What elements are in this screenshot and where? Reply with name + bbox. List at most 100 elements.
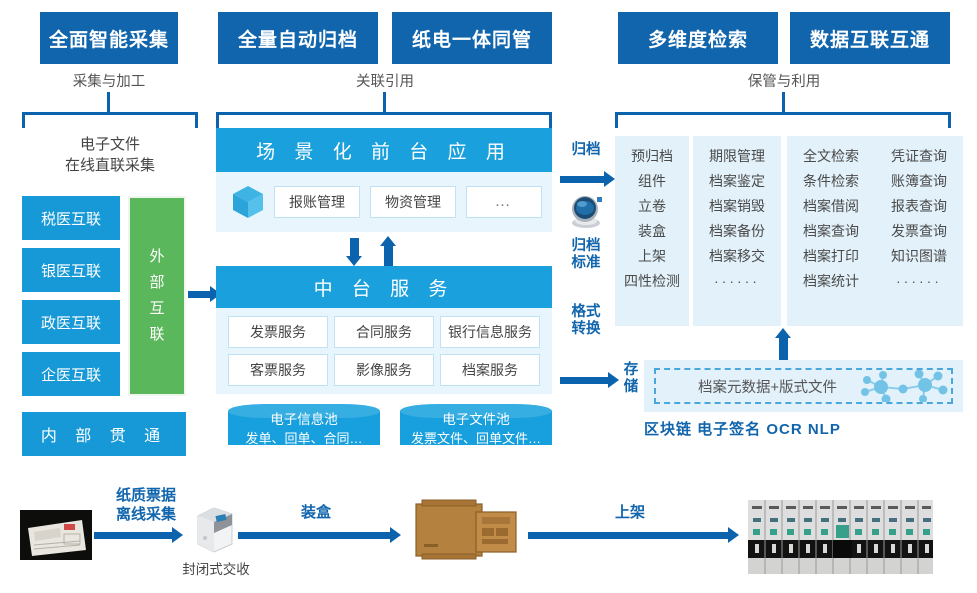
bottom-step-0-label: 纸质票据 离线采集 <box>96 486 196 524</box>
right-list-2-item-3[interactable]: 档案查询 <box>803 219 859 244</box>
front-app-chip-1-label: 物资管理 <box>385 194 441 210</box>
scanner-caption: 封闭式交收 <box>182 562 250 577</box>
bottom-arrow-0-head <box>172 527 183 543</box>
tech-tags: 区块链 电子签名 OCR NLP <box>644 421 841 438</box>
right-list-2-item-5[interactable]: 档案统计 <box>803 269 859 294</box>
arrow-down-front-to-mid-head <box>346 256 362 266</box>
right-list-2-item-2[interactable]: 档案借阅 <box>803 194 859 219</box>
arrow-format-body <box>560 377 608 384</box>
right-list-1-item-4[interactable]: 档案移交 <box>709 244 765 269</box>
bottom-step-2-l1: 上架 <box>614 504 645 521</box>
data-pool-0-desc: 发单、回单、合同… <box>245 431 363 446</box>
left-channel-0[interactable]: 税医互联 <box>22 196 120 240</box>
connector-archive-standard-l2: 标准 <box>571 255 601 271</box>
connector-storage-l1: 存 <box>623 362 639 378</box>
header-pill-5[interactable]: 数据互联互通 <box>790 12 950 64</box>
external-interconnect-box[interactable]: 外 部 互 联 <box>128 196 186 396</box>
left-channel-1[interactable]: 银医互联 <box>22 248 120 292</box>
service-chip-5-label: 档案服务 <box>462 362 518 378</box>
right-list-0-item-0[interactable]: 预归档 <box>631 144 673 169</box>
right-list-1-item-0[interactable]: 期限管理 <box>709 144 765 169</box>
arrow-storage-to-lists-head <box>775 328 791 338</box>
right-list-2-item-1[interactable]: 条件检索 <box>803 169 859 194</box>
bottom-arrow-1-head <box>390 527 401 543</box>
header-pill-4-label: 多维度检索 <box>647 29 748 51</box>
right-list-3-item-1[interactable]: 账簿查询 <box>891 169 947 194</box>
header-pill-2-label: 全量自动归档 <box>237 29 358 51</box>
scanner-device-icon <box>190 500 238 556</box>
connector-format-label: 格式 转换 <box>560 304 612 338</box>
service-chip-1-label: 合同服务 <box>356 324 412 340</box>
bracket-stem-left <box>107 92 110 114</box>
front-app-title: 场 景 化 前 台 应 用 <box>216 128 552 172</box>
connector-archive-standard-l1: 归档 <box>571 238 601 254</box>
right-list-0-item-5[interactable]: 四性检测 <box>624 269 680 294</box>
front-app-chip-more[interactable]: … <box>466 186 542 218</box>
arrow-left-to-center-body <box>188 291 210 298</box>
mid-service-body: 发票服务 合同服务 银行信息服务 客票服务 影像服务 档案服务 <box>216 308 552 394</box>
right-list-2-item-0[interactable]: 全文检索 <box>803 144 859 169</box>
front-app-chip-more-label: … <box>494 193 514 210</box>
left-channel-2[interactable]: 政医互联 <box>22 300 120 344</box>
bottom-arrow-1-body <box>238 532 390 539</box>
bottom-step-2-label: 上架 <box>560 503 700 522</box>
front-app-chip-1[interactable]: 物资管理 <box>370 186 456 218</box>
service-chip-0[interactable]: 发票服务 <box>228 316 328 348</box>
service-chip-4[interactable]: 影像服务 <box>334 354 434 386</box>
data-pool-1[interactable]: 电子文件池 发票文件、回单文件… <box>400 404 552 452</box>
paper-documents-photo <box>20 510 92 560</box>
header-pill-2[interactable]: 全量自动归档 <box>218 12 378 64</box>
carton-box-icon <box>412 498 520 560</box>
right-list-1-item-5: ······ <box>714 273 760 289</box>
right-list-1-item-1[interactable]: 档案鉴定 <box>709 169 765 194</box>
service-chip-3[interactable]: 客票服务 <box>228 354 328 386</box>
data-pool-0[interactable]: 电子信息池 发单、回单、合同… <box>228 404 380 452</box>
external-char-3: 联 <box>149 326 165 343</box>
front-app-chip-0-label: 报账管理 <box>289 194 345 210</box>
service-chip-1[interactable]: 合同服务 <box>334 316 434 348</box>
left-channel-3[interactable]: 企医互联 <box>22 352 120 396</box>
right-list-0-item-4[interactable]: 上架 <box>638 244 666 269</box>
connector-storage-l2: 储 <box>623 379 639 395</box>
service-chip-5[interactable]: 档案服务 <box>440 354 540 386</box>
bracket-right <box>615 112 951 128</box>
right-list-3-item-0[interactable]: 凭证查询 <box>891 144 947 169</box>
left-caption: 电子文件 在线直联采集 <box>22 134 198 176</box>
right-list-0-item-1[interactable]: 组件 <box>638 169 666 194</box>
service-chip-0-label: 发票服务 <box>250 324 306 340</box>
storage-text: 档案元数据+版式文件 <box>698 379 837 396</box>
external-char-2: 互 <box>149 300 165 317</box>
arrow-down-front-to-mid-body <box>350 238 359 258</box>
right-list-3-item-2[interactable]: 报表查询 <box>891 194 947 219</box>
group-label-center: 关联引用 <box>356 74 414 90</box>
header-pill-1[interactable]: 全面智能采集 <box>40 12 178 64</box>
right-list-2-item-4[interactable]: 档案打印 <box>803 244 859 269</box>
service-chip-2[interactable]: 银行信息服务 <box>440 316 540 348</box>
right-list-3-item-4[interactable]: 知识图谱 <box>891 244 947 269</box>
right-list-0-item-2[interactable]: 立卷 <box>638 194 666 219</box>
arrow-up-mid-to-front-head <box>380 236 396 246</box>
header-pill-3[interactable]: 纸电一体同管 <box>392 12 552 64</box>
internal-connect-box[interactable]: 内 部 贯 通 <box>22 412 186 456</box>
external-char-0: 外 <box>149 248 165 265</box>
right-list-1-item-2[interactable]: 档案销毁 <box>709 194 765 219</box>
bottom-arrow-2-body <box>528 532 728 539</box>
header-pill-3-label: 纸电一体同管 <box>411 29 532 51</box>
arrow-archive-body <box>560 176 604 183</box>
left-caption-line1: 电子文件 <box>79 136 140 153</box>
arrow-up-mid-to-front-body <box>384 244 393 266</box>
header-pill-4[interactable]: 多维度检索 <box>618 12 778 64</box>
right-list-1-item-3[interactable]: 档案备份 <box>709 219 765 244</box>
bottom-arrow-0-body <box>94 532 172 539</box>
arrow-format-head <box>608 372 619 388</box>
internal-connect-label: 内 部 贯 通 <box>40 428 168 445</box>
right-list-3-item-3[interactable]: 发票查询 <box>891 219 947 244</box>
right-list-0-item-3[interactable]: 装盒 <box>638 219 666 244</box>
connector-format-l1: 格式 <box>571 304 601 320</box>
front-app-chip-0[interactable]: 报账管理 <box>274 186 360 218</box>
bottom-arrow-2-head <box>728 527 739 543</box>
group-label-left: 采集与加工 <box>72 74 146 90</box>
service-chip-3-label: 客票服务 <box>250 362 306 378</box>
data-pool-1-desc: 发票文件、回单文件… <box>410 431 541 446</box>
left-channel-3-label: 企医互联 <box>40 366 101 384</box>
